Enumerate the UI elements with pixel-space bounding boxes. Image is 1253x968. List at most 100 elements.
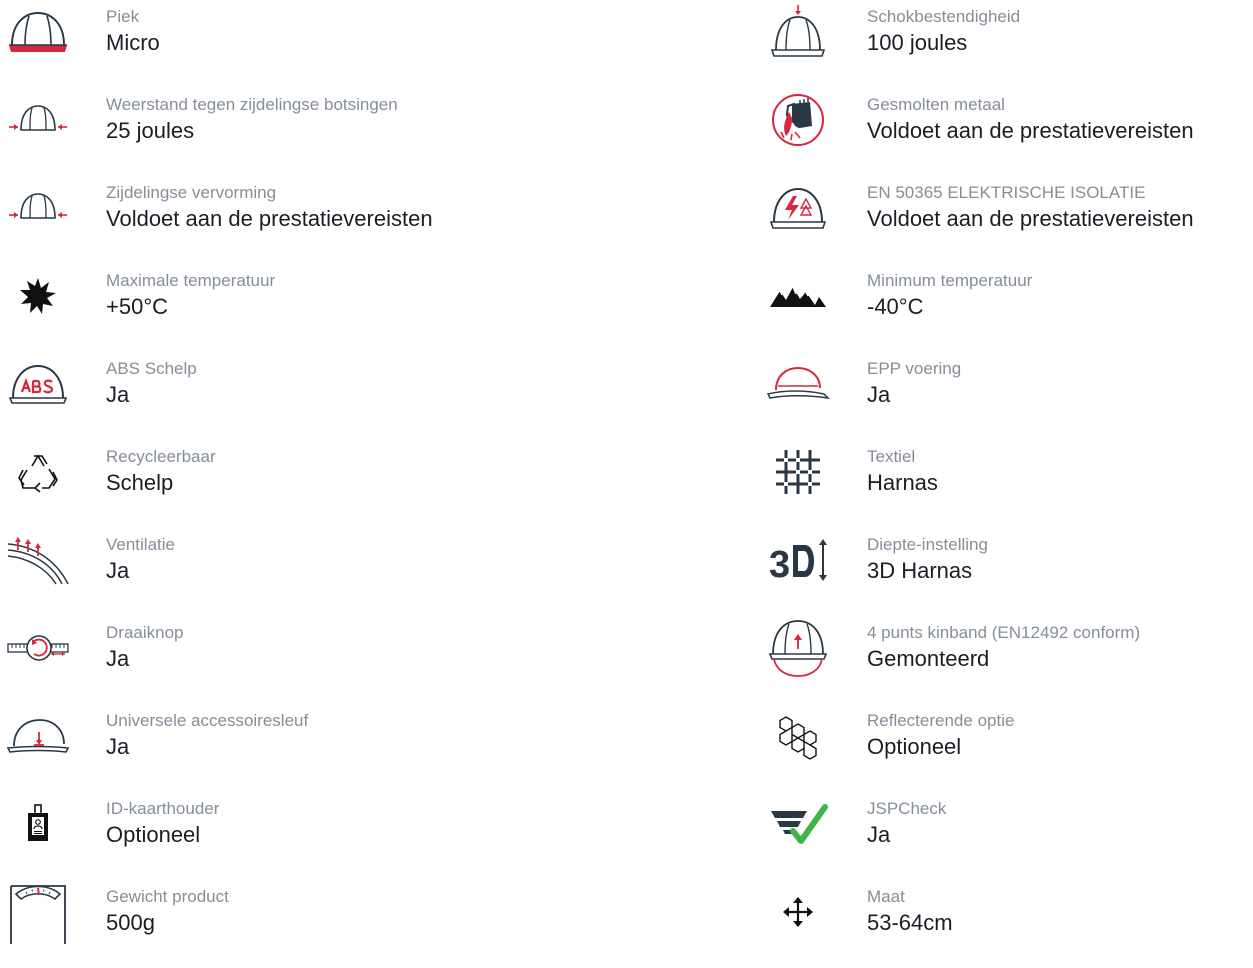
spec-max-temperature: Maximale temperatuur +50°C bbox=[0, 264, 640, 352]
spec-label: Diepte-instelling bbox=[867, 535, 988, 554]
spec-value: Voldoet aan de prestatievereisten bbox=[867, 118, 1194, 143]
spec-chinstrap: 4 punts kinband (EN12492 conform) Gemont… bbox=[760, 616, 1253, 704]
electrical-insulation-icon bbox=[766, 180, 830, 236]
spec-text: EN 50365 ELEKTRISCHE ISOLATIE Voldoet aa… bbox=[867, 182, 1194, 233]
depth-3d-icon: 3 bbox=[766, 532, 830, 588]
spec-label: Reflecterende optie bbox=[867, 711, 1015, 730]
spec-column-right: Schokbestendigheid 100 joules Gesmolten … bbox=[760, 0, 1253, 968]
spec-text: Schokbestendigheid 100 joules bbox=[867, 6, 1020, 57]
spec-depth-setting: 3 Diepte-instelling 3D Harnas bbox=[760, 528, 1253, 616]
spec-value: +50°C bbox=[106, 294, 169, 319]
spec-textile: Textiel Harnas bbox=[760, 440, 1253, 528]
spec-value: Voldoet aan de prestatievereisten bbox=[867, 206, 1194, 231]
spec-value: Optioneel bbox=[106, 822, 201, 847]
spec-text: ABS Schelp Ja bbox=[106, 358, 197, 409]
spec-side-impact: Weerstand tegen zijdelingse botsingen 25… bbox=[0, 88, 640, 176]
spec-label: ID-kaarthouder bbox=[106, 799, 220, 818]
spec-label: Maximale temperatuur bbox=[106, 271, 276, 290]
ventilation-icon bbox=[6, 532, 70, 588]
spec-value: Optioneel bbox=[867, 734, 962, 759]
spec-value: Ja bbox=[106, 734, 130, 759]
spec-text: Minimum temperatuur -40°C bbox=[867, 270, 1032, 321]
spec-text: Diepte-instelling 3D Harnas bbox=[867, 534, 988, 585]
spec-value: Voldoet aan de prestatievereisten bbox=[106, 206, 433, 231]
spec-label: Schokbestendigheid bbox=[867, 7, 1021, 26]
textile-icon bbox=[766, 444, 830, 500]
spec-text: ID-kaarthouder Optioneel bbox=[106, 798, 219, 849]
shock-resistance-icon bbox=[766, 4, 830, 60]
id-card-holder-icon bbox=[6, 796, 70, 852]
spec-value: Ja bbox=[867, 382, 891, 407]
spec-value: Ja bbox=[106, 646, 130, 671]
spec-product-weight: Gewicht product 500g bbox=[0, 880, 640, 968]
spec-label: Gesmolten metaal bbox=[867, 95, 1005, 114]
abs-shell-icon bbox=[6, 356, 70, 412]
spec-column-left: Piek Micro Weerstand tegen zijdelingse b… bbox=[0, 0, 640, 968]
spec-label: Zijdelingse vervorming bbox=[106, 183, 277, 202]
spec-text: 4 punts kinband (EN12492 conform) Gemont… bbox=[867, 622, 1140, 673]
spec-value: Ja bbox=[106, 558, 130, 583]
spec-text: Piek Micro bbox=[106, 6, 160, 57]
spec-value: 53-64cm bbox=[867, 910, 953, 935]
spec-text: Universele accessoiresleuf Ja bbox=[106, 710, 308, 761]
spec-text: Reflecterende optie Optioneel bbox=[867, 710, 1014, 761]
sun-icon bbox=[6, 268, 70, 324]
spec-label: Universele accessoiresleuf bbox=[106, 711, 309, 730]
rotary-knob-icon bbox=[6, 620, 70, 676]
spec-text: Recycleerbaar Schelp bbox=[106, 446, 216, 497]
spec-id-card-holder: ID-kaarthouder Optioneel bbox=[0, 792, 640, 880]
spec-molten-metal: Gesmolten metaal Voldoet aan de prestati… bbox=[760, 88, 1253, 176]
side-impact-icon bbox=[6, 92, 70, 148]
svg-text:3: 3 bbox=[769, 544, 790, 586]
spec-text: Draaiknop Ja bbox=[106, 622, 184, 673]
spec-label: Draaiknop bbox=[106, 623, 184, 642]
spec-min-temperature: Minimum temperatuur -40°C bbox=[760, 264, 1253, 352]
spec-value: Harnas bbox=[867, 470, 938, 495]
spec-text: Ventilatie Ja bbox=[106, 534, 175, 585]
accessory-slot-icon bbox=[6, 708, 70, 764]
spec-label: Ventilatie bbox=[106, 535, 175, 554]
spec-jspcheck: JSPCheck Ja bbox=[760, 792, 1253, 880]
spec-label: Recycleerbaar bbox=[106, 447, 216, 466]
epp-liner-icon bbox=[766, 356, 831, 412]
spec-label: Maat bbox=[867, 887, 905, 906]
spec-label: Piek bbox=[106, 7, 140, 26]
spec-shock-resistance: Schokbestendigheid 100 joules bbox=[760, 0, 1253, 88]
spec-size: Maat 53-64cm bbox=[760, 880, 1253, 968]
spec-text: Maximale temperatuur +50°C bbox=[106, 270, 275, 321]
spec-value: -40°C bbox=[867, 294, 924, 319]
spec-value: Micro bbox=[106, 30, 160, 55]
spec-text: Zijdelingse vervorming Voldoet aan de pr… bbox=[106, 182, 433, 233]
recycle-icon bbox=[6, 444, 70, 500]
spec-value: 3D Harnas bbox=[867, 558, 973, 583]
spec-electrical-insulation: EN 50365 ELEKTRISCHE ISOLATIE Voldoet aa… bbox=[760, 176, 1253, 264]
spec-value: Ja bbox=[867, 822, 891, 847]
spec-text: Weerstand tegen zijdelingse botsingen 25… bbox=[106, 94, 398, 145]
spec-peak: Piek Micro bbox=[0, 0, 640, 88]
spec-value: 100 joules bbox=[867, 30, 968, 55]
spec-lateral-deformation: Zijdelingse vervorming Voldoet aan de pr… bbox=[0, 176, 640, 264]
spec-text: JSPCheck Ja bbox=[867, 798, 946, 849]
spec-label: Gewicht product bbox=[106, 887, 229, 906]
spec-value: 500g bbox=[106, 910, 155, 935]
spec-label: ABS Schelp bbox=[106, 359, 197, 378]
spec-recyclable: Recycleerbaar Schelp bbox=[0, 440, 640, 528]
spec-accessory-slot: Universele accessoiresleuf Ja bbox=[0, 704, 640, 792]
spec-label: EPP voering bbox=[867, 359, 962, 378]
spec-label: Weerstand tegen zijdelingse botsingen bbox=[106, 95, 398, 114]
spec-label: Textiel bbox=[867, 447, 916, 466]
weight-scale-icon bbox=[6, 884, 70, 944]
spec-value: Ja bbox=[106, 382, 130, 407]
spec-reflective-option: Reflecterende optie Optioneel bbox=[760, 704, 1253, 792]
spec-value: Schelp bbox=[106, 470, 174, 495]
jspcheck-icon bbox=[766, 796, 830, 852]
spec-value: Gemonteerd bbox=[867, 646, 990, 671]
spec-label: Minimum temperatuur bbox=[867, 271, 1033, 290]
spec-rotary-knob: Draaiknop Ja bbox=[0, 616, 640, 704]
spec-label: JSPCheck bbox=[867, 799, 947, 818]
reflective-icon bbox=[766, 708, 830, 764]
chinstrap-icon bbox=[766, 620, 830, 677]
spec-text: Gesmolten metaal Voldoet aan de prestati… bbox=[867, 94, 1194, 145]
spec-text: EPP voering Ja bbox=[867, 358, 961, 409]
molten-metal-icon bbox=[766, 92, 830, 148]
